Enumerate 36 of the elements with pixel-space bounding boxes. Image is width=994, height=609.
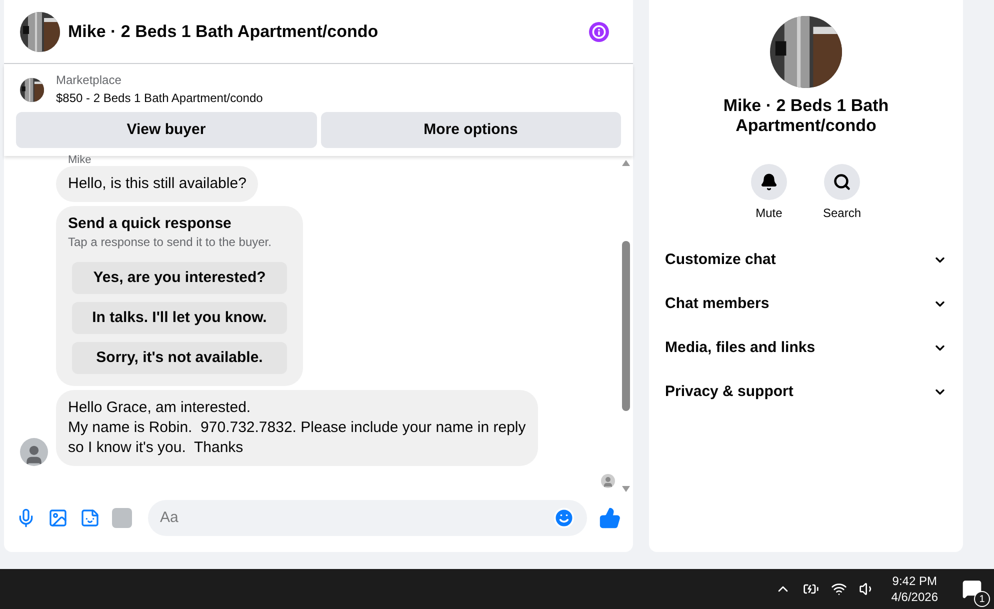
quick-reply-button[interactable]: In talks. I'll let you know. <box>72 302 287 334</box>
message-bubble: Hello Grace, am interested. My name is Robin. 970.732.7832. Please include your name in reply so I know it's you. Thanks <box>56 390 538 466</box>
section-header[interactable]: Media, files and links <box>657 326 955 370</box>
notification-badge: 1 <box>974 591 990 607</box>
message-field[interactable]: Aa <box>160 506 553 530</box>
bell-icon <box>760 173 778 191</box>
listing-action-button[interactable]: More options <box>320 112 621 148</box>
conversation-title: Mike · 2 Beds 1 Bath Apartment/condo <box>722 96 890 136</box>
quick-reply-button[interactable]: Yes, are you interested? <box>72 262 287 294</box>
quick-reply-button[interactable]: Sorry, it's not available. <box>72 342 287 374</box>
listing-action-button[interactable]: View buyer <box>16 112 316 148</box>
card-hint: Tap a response to send it to the buyer. <box>68 234 272 250</box>
thumbs-up-icon[interactable] <box>599 507 621 529</box>
scroll-down-icon[interactable] <box>622 486 630 492</box>
message-bubble: Hello, is this still available? <box>56 166 258 202</box>
card-title: Send a quick response <box>68 214 232 234</box>
sender-name: Mike <box>68 154 92 166</box>
message-box[interactable]: Aa <box>148 500 587 536</box>
emoji-icon[interactable] <box>553 507 575 529</box>
wifi-icon[interactable] <box>831 581 848 597</box>
seen-avatar-icon <box>601 474 615 488</box>
section-header[interactable]: Chat members <box>657 282 955 326</box>
listing-title: $850 - 2 Beds 1 Bath Apartment/condo <box>56 90 263 107</box>
chat-title: Mike · 2 Beds 1 Bath Apartment/condo <box>68 20 380 43</box>
sticker-icon[interactable] <box>80 508 100 528</box>
info-icon[interactable] <box>589 22 609 42</box>
section-header[interactable]: Privacy & support <box>657 370 955 414</box>
listing-source: Marketplace <box>56 72 122 88</box>
clock-date[interactable]: 4/6/2026 <box>891 589 938 605</box>
section-header[interactable]: Customize chat <box>657 238 955 282</box>
search-icon <box>833 173 851 191</box>
image-icon[interactable] <box>48 508 68 528</box>
notification-icon[interactable] <box>962 579 982 599</box>
scroll-up-icon[interactable] <box>622 160 630 166</box>
avatar-icon <box>20 438 48 466</box>
clock-time[interactable]: 9:42 PM <box>892 573 937 589</box>
